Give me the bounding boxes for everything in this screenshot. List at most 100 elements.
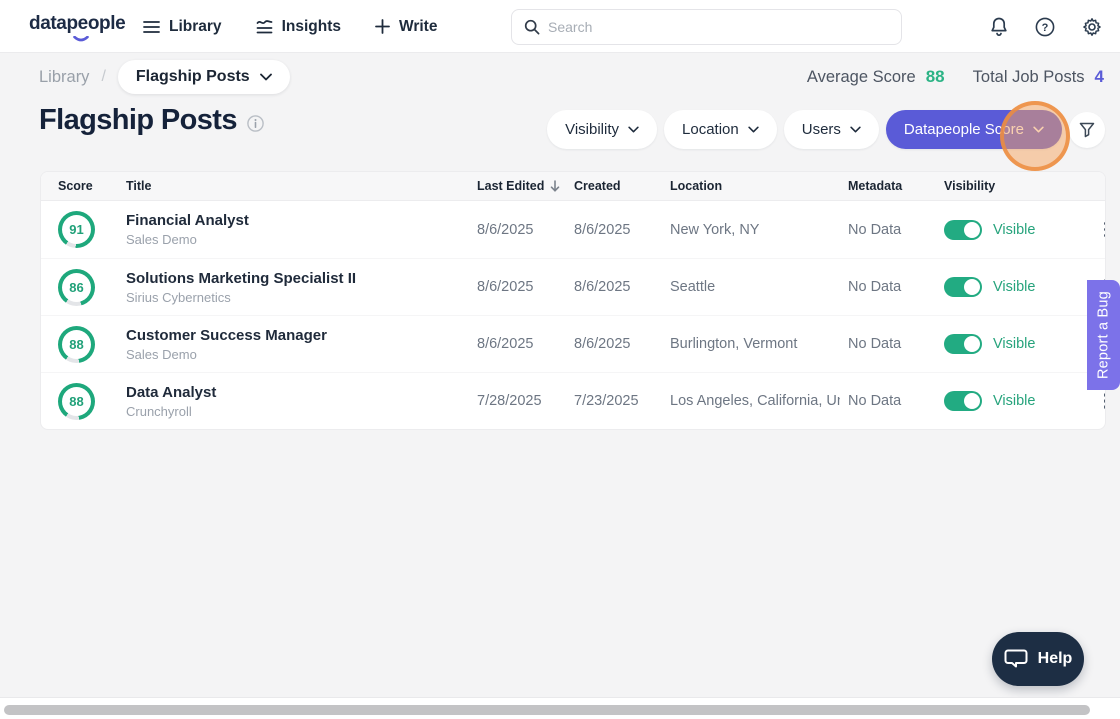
page-header: Flagship Posts — [39, 104, 264, 137]
column-header-created[interactable]: Created — [574, 179, 670, 193]
row-menu-button[interactable] — [1098, 387, 1106, 415]
visibility-toggle[interactable] — [944, 220, 982, 240]
filter-visibility[interactable]: Visibility — [547, 110, 657, 149]
table-row[interactable]: 88 Data Analyst Crunchyroll 7/28/2025 7/… — [41, 372, 1105, 429]
last-edited-cell: 7/28/2025 — [477, 393, 574, 409]
page-title: Flagship Posts — [39, 104, 237, 137]
nav-item-insights[interactable]: Insights — [256, 18, 341, 36]
score-cell: 86 — [41, 269, 126, 306]
notifications-button[interactable] — [990, 17, 1008, 37]
filter-users[interactable]: Users — [784, 110, 879, 149]
table-row[interactable]: 91 Financial Analyst Sales Demo 8/6/2025… — [41, 201, 1105, 258]
created-cell: 8/6/2025 — [574, 222, 670, 238]
column-header-last-edited-label: Last Edited — [477, 179, 544, 193]
nav-item-library[interactable]: Library — [143, 18, 222, 36]
job-posts-table: Score Title Last Edited Created Location… — [40, 171, 1106, 430]
table-body: 91 Financial Analyst Sales Demo 8/6/2025… — [41, 201, 1105, 429]
company-name: Sirius Cybernetics — [126, 290, 477, 305]
job-title[interactable]: Customer Success Manager — [126, 327, 477, 344]
created-cell: 8/6/2025 — [574, 336, 670, 352]
job-title[interactable]: Data Analyst — [126, 384, 477, 401]
score-ring: 88 — [58, 383, 95, 420]
global-search[interactable] — [511, 9, 902, 45]
nav-item-write[interactable]: Write — [375, 18, 437, 36]
score-ring: 91 — [58, 211, 95, 248]
chevron-down-icon — [850, 126, 861, 133]
visibility-toggle[interactable] — [944, 334, 982, 354]
column-header-title[interactable]: Title — [126, 179, 477, 193]
info-icon[interactable] — [247, 115, 264, 132]
table-header-row: Score Title Last Edited Created Location… — [41, 172, 1105, 201]
plus-icon — [375, 19, 390, 34]
help-circle-icon: ? — [1035, 17, 1055, 37]
main-menu: Library Insights Write — [143, 0, 437, 53]
funnel-icon — [1079, 122, 1095, 138]
visibility-cell: Visible — [944, 391, 1084, 411]
search-input[interactable] — [548, 19, 889, 35]
visibility-label: Visible — [993, 222, 1035, 238]
title-cell[interactable]: Solutions Marketing Specialist II Sirius… — [126, 270, 477, 305]
help-button[interactable]: Help — [992, 632, 1084, 686]
score-cell: 91 — [41, 211, 126, 248]
created-cell: 8/6/2025 — [574, 279, 670, 295]
svg-text:?: ? — [1042, 22, 1049, 34]
column-header-score[interactable]: Score — [41, 179, 126, 193]
column-header-metadata[interactable]: Metadata — [848, 179, 944, 193]
last-edited-cell: 8/6/2025 — [477, 336, 574, 352]
last-edited-cell: 8/6/2025 — [477, 222, 574, 238]
score-cell: 88 — [41, 383, 126, 420]
visibility-cell: Visible — [944, 277, 1084, 297]
job-title[interactable]: Solutions Marketing Specialist II — [126, 270, 477, 287]
chat-bubble-icon — [1004, 648, 1028, 670]
bell-icon — [990, 17, 1008, 37]
score-value: 88 — [62, 387, 91, 416]
report-a-bug-tab[interactable]: Report a Bug — [1087, 280, 1120, 390]
column-header-location[interactable]: Location — [670, 179, 848, 193]
top-nav: datapeople Library Insights Write — [0, 0, 1120, 53]
advanced-filters-button[interactable] — [1069, 112, 1105, 148]
collection-selector[interactable]: Flagship Posts — [118, 60, 290, 94]
summary-stats: Average Score 88 Total Job Posts 4 — [807, 67, 1104, 87]
visibility-cell: Visible — [944, 334, 1084, 354]
row-menu-button[interactable] — [1098, 216, 1106, 244]
table-row[interactable]: 88 Customer Success Manager Sales Demo 8… — [41, 315, 1105, 372]
visibility-label: Visible — [993, 279, 1035, 295]
score-ring: 86 — [58, 269, 95, 306]
chevron-down-icon — [260, 73, 272, 81]
toggle-knob — [964, 222, 980, 238]
average-score-value: 88 — [926, 67, 945, 87]
help-menu-button[interactable]: ? — [1035, 17, 1055, 37]
chevron-down-icon — [628, 126, 639, 133]
visibility-toggle[interactable] — [944, 277, 982, 297]
location-cell: Burlington, Vermont — [670, 336, 840, 352]
filter-visibility-label: Visibility — [565, 121, 619, 138]
total-job-posts-label: Total Job Posts — [973, 68, 1085, 87]
column-header-visibility[interactable]: Visibility — [944, 179, 1084, 193]
score-value: 88 — [62, 330, 91, 359]
logo-smile-icon — [73, 36, 89, 43]
filter-datapeople-score[interactable]: Datapeople Score — [886, 110, 1062, 149]
title-cell[interactable]: Financial Analyst Sales Demo — [126, 212, 477, 247]
column-header-last-edited[interactable]: Last Edited — [477, 179, 574, 193]
table-row[interactable]: 86 Solutions Marketing Specialist II Sir… — [41, 258, 1105, 315]
visibility-toggle[interactable] — [944, 391, 982, 411]
location-cell: Seattle — [670, 279, 840, 295]
job-title[interactable]: Financial Analyst — [126, 212, 477, 229]
title-cell[interactable]: Data Analyst Crunchyroll — [126, 384, 477, 419]
breadcrumb-library-link[interactable]: Library — [39, 68, 89, 87]
filter-location[interactable]: Location — [664, 110, 777, 149]
help-button-label: Help — [1038, 650, 1073, 668]
visibility-label: Visible — [993, 336, 1035, 352]
created-cell: 7/23/2025 — [574, 393, 670, 409]
breadcrumb-separator: / — [101, 68, 105, 86]
location-cell: New York, NY — [670, 222, 840, 238]
average-score-stat: Average Score 88 — [807, 67, 945, 87]
datapeople-logo[interactable]: datapeople — [29, 13, 125, 35]
settings-button[interactable] — [1082, 17, 1102, 37]
scrollbar-thumb[interactable] — [4, 705, 1090, 715]
filter-location-label: Location — [682, 121, 739, 138]
nav-item-label: Insights — [282, 18, 341, 36]
title-cell[interactable]: Customer Success Manager Sales Demo — [126, 327, 477, 362]
visibility-cell: Visible — [944, 220, 1084, 240]
nav-item-label: Write — [399, 18, 437, 36]
